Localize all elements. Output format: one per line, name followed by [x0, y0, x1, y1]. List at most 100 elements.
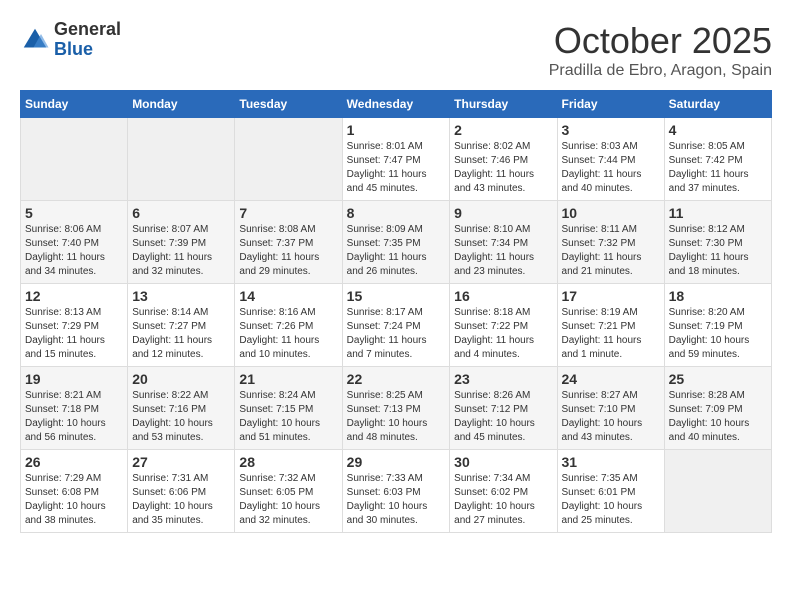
day-info: Sunrise: 8:08 AM Sunset: 7:37 PM Dayligh…	[239, 223, 337, 279]
calendar-cell	[664, 450, 771, 533]
day-number: 23	[454, 371, 552, 387]
day-number: 30	[454, 454, 552, 470]
calendar-cell: 9 Sunrise: 8:10 AM Sunset: 7:34 PM Daylig…	[450, 201, 557, 284]
day-number: 9	[454, 205, 552, 221]
day-number: 22	[347, 371, 446, 387]
day-number: 25	[669, 371, 767, 387]
calendar-cell: 26 Sunrise: 7:29 AM Sunset: 6:08 PM Dayli…	[21, 450, 128, 533]
calendar-cell: 24Sunrise: 8:27 AM Sunset: 7:10 PM Dayli…	[557, 367, 664, 450]
calendar-cell: 20Sunrise: 8:22 AM Sunset: 7:16 PM Dayli…	[128, 367, 235, 450]
weekday-header: Friday	[557, 91, 664, 118]
calendar-cell: 30Sunrise: 7:34 AM Sunset: 6:02 PM Dayli…	[450, 450, 557, 533]
day-number: 29	[347, 454, 446, 470]
calendar-week-row: 19Sunrise: 8:21 AM Sunset: 7:18 PM Dayli…	[21, 367, 772, 450]
day-info: Sunrise: 7:35 AM Sunset: 6:01 PM Dayligh…	[562, 472, 660, 528]
weekday-header: Sunday	[21, 91, 128, 118]
day-info: Sunrise: 8:18 AM Sunset: 7:22 PM Dayligh…	[454, 306, 552, 362]
logo-blue: Blue	[54, 40, 121, 60]
calendar-cell: 13 Sunrise: 8:14 AM Sunset: 7:27 PM Dayli…	[128, 284, 235, 367]
day-info: Sunrise: 8:28 AM Sunset: 7:09 PM Dayligh…	[669, 389, 767, 445]
day-number: 14	[239, 288, 337, 304]
weekday-header: Tuesday	[235, 91, 342, 118]
day-number: 8	[347, 205, 446, 221]
day-info: Sunrise: 7:29 AM Sunset: 6:08 PM Dayligh…	[25, 472, 123, 528]
calendar-cell: 16 Sunrise: 8:18 AM Sunset: 7:22 PM Dayli…	[450, 284, 557, 367]
day-number: 28	[239, 454, 337, 470]
day-info: Sunrise: 8:25 AM Sunset: 7:13 PM Dayligh…	[347, 389, 446, 445]
weekday-header-row: SundayMondayTuesdayWednesdayThursdayFrid…	[21, 91, 772, 118]
day-number: 10	[562, 205, 660, 221]
day-number: 12	[25, 288, 123, 304]
calendar-cell: 6Sunrise: 8:07 AM Sunset: 7:39 PM Daylig…	[128, 201, 235, 284]
calendar-cell: 23Sunrise: 8:26 AM Sunset: 7:12 PM Dayli…	[450, 367, 557, 450]
day-number: 11	[669, 205, 767, 221]
day-number: 26	[25, 454, 123, 470]
calendar-cell: 19Sunrise: 8:21 AM Sunset: 7:18 PM Dayli…	[21, 367, 128, 450]
day-info: Sunrise: 8:03 AM Sunset: 7:44 PM Dayligh…	[562, 140, 660, 196]
calendar-cell: 25 Sunrise: 8:28 AM Sunset: 7:09 PM Dayli…	[664, 367, 771, 450]
day-number: 3	[562, 122, 660, 138]
calendar-cell: 1Sunrise: 8:01 AM Sunset: 7:47 PM Daylig…	[342, 118, 450, 201]
day-info: Sunrise: 8:21 AM Sunset: 7:18 PM Dayligh…	[25, 389, 123, 445]
logo-text: General Blue	[54, 20, 121, 60]
day-info: Sunrise: 8:12 AM Sunset: 7:30 PM Dayligh…	[669, 223, 767, 279]
calendar-cell	[235, 118, 342, 201]
day-info: Sunrise: 8:01 AM Sunset: 7:47 PM Dayligh…	[347, 140, 446, 196]
day-number: 31	[562, 454, 660, 470]
day-number: 21	[239, 371, 337, 387]
title-section: October 2025 Pradilla de Ebro, Aragon, S…	[549, 20, 772, 80]
calendar-cell: 21Sunrise: 8:24 AM Sunset: 7:15 PM Dayli…	[235, 367, 342, 450]
weekday-header: Monday	[128, 91, 235, 118]
logo-general: General	[54, 20, 121, 40]
calendar-cell: 10 Sunrise: 8:11 AM Sunset: 7:32 PM Dayli…	[557, 201, 664, 284]
weekday-header: Saturday	[664, 91, 771, 118]
day-info: Sunrise: 8:09 AM Sunset: 7:35 PM Dayligh…	[347, 223, 446, 279]
calendar-cell: 11 Sunrise: 8:12 AM Sunset: 7:30 PM Dayli…	[664, 201, 771, 284]
weekday-header: Thursday	[450, 91, 557, 118]
weekday-header: Wednesday	[342, 91, 450, 118]
day-number: 2	[454, 122, 552, 138]
day-info: Sunrise: 8:17 AM Sunset: 7:24 PM Dayligh…	[347, 306, 446, 362]
day-info: Sunrise: 7:33 AM Sunset: 6:03 PM Dayligh…	[347, 472, 446, 528]
day-number: 20	[132, 371, 230, 387]
calendar-cell: 17 Sunrise: 8:19 AM Sunset: 7:21 PM Dayli…	[557, 284, 664, 367]
calendar-week-row: 5Sunrise: 8:06 AM Sunset: 7:40 PM Daylig…	[21, 201, 772, 284]
calendar-cell	[21, 118, 128, 201]
day-info: Sunrise: 8:10 AM Sunset: 7:34 PM Dayligh…	[454, 223, 552, 279]
logo: General Blue	[20, 20, 121, 60]
calendar-cell: 5Sunrise: 8:06 AM Sunset: 7:40 PM Daylig…	[21, 201, 128, 284]
calendar-cell: 31 Sunrise: 7:35 AM Sunset: 6:01 PM Dayli…	[557, 450, 664, 533]
calendar-cell: 8 Sunrise: 8:09 AM Sunset: 7:35 PM Daylig…	[342, 201, 450, 284]
calendar-table: SundayMondayTuesdayWednesdayThursdayFrid…	[20, 90, 772, 533]
day-info: Sunrise: 8:02 AM Sunset: 7:46 PM Dayligh…	[454, 140, 552, 196]
day-number: 13	[132, 288, 230, 304]
day-info: Sunrise: 8:14 AM Sunset: 7:27 PM Dayligh…	[132, 306, 230, 362]
day-number: 5	[25, 205, 123, 221]
day-number: 16	[454, 288, 552, 304]
month-title: October 2025	[549, 20, 772, 62]
day-info: Sunrise: 8:16 AM Sunset: 7:26 PM Dayligh…	[239, 306, 337, 362]
calendar-cell: 2 Sunrise: 8:02 AM Sunset: 7:46 PM Daylig…	[450, 118, 557, 201]
day-info: Sunrise: 7:32 AM Sunset: 6:05 PM Dayligh…	[239, 472, 337, 528]
day-info: Sunrise: 8:11 AM Sunset: 7:32 PM Dayligh…	[562, 223, 660, 279]
day-number: 6	[132, 205, 230, 221]
day-number: 18	[669, 288, 767, 304]
day-info: Sunrise: 8:19 AM Sunset: 7:21 PM Dayligh…	[562, 306, 660, 362]
calendar-cell: 15 Sunrise: 8:17 AM Sunset: 7:24 PM Dayli…	[342, 284, 450, 367]
day-number: 27	[132, 454, 230, 470]
calendar-week-row: 26 Sunrise: 7:29 AM Sunset: 6:08 PM Dayli…	[21, 450, 772, 533]
calendar-cell: 3 Sunrise: 8:03 AM Sunset: 7:44 PM Daylig…	[557, 118, 664, 201]
day-number: 17	[562, 288, 660, 304]
logo-icon	[20, 25, 50, 55]
day-number: 15	[347, 288, 446, 304]
calendar-week-row: 1Sunrise: 8:01 AM Sunset: 7:47 PM Daylig…	[21, 118, 772, 201]
day-info: Sunrise: 8:20 AM Sunset: 7:19 PM Dayligh…	[669, 306, 767, 362]
day-info: Sunrise: 8:13 AM Sunset: 7:29 PM Dayligh…	[25, 306, 123, 362]
day-number: 7	[239, 205, 337, 221]
calendar-cell: 29 Sunrise: 7:33 AM Sunset: 6:03 PM Dayli…	[342, 450, 450, 533]
day-number: 4	[669, 122, 767, 138]
day-info: Sunrise: 8:05 AM Sunset: 7:42 PM Dayligh…	[669, 140, 767, 196]
calendar-cell: 22 Sunrise: 8:25 AM Sunset: 7:13 PM Dayli…	[342, 367, 450, 450]
calendar-cell: 18 Sunrise: 8:20 AM Sunset: 7:19 PM Dayli…	[664, 284, 771, 367]
calendar-cell	[128, 118, 235, 201]
